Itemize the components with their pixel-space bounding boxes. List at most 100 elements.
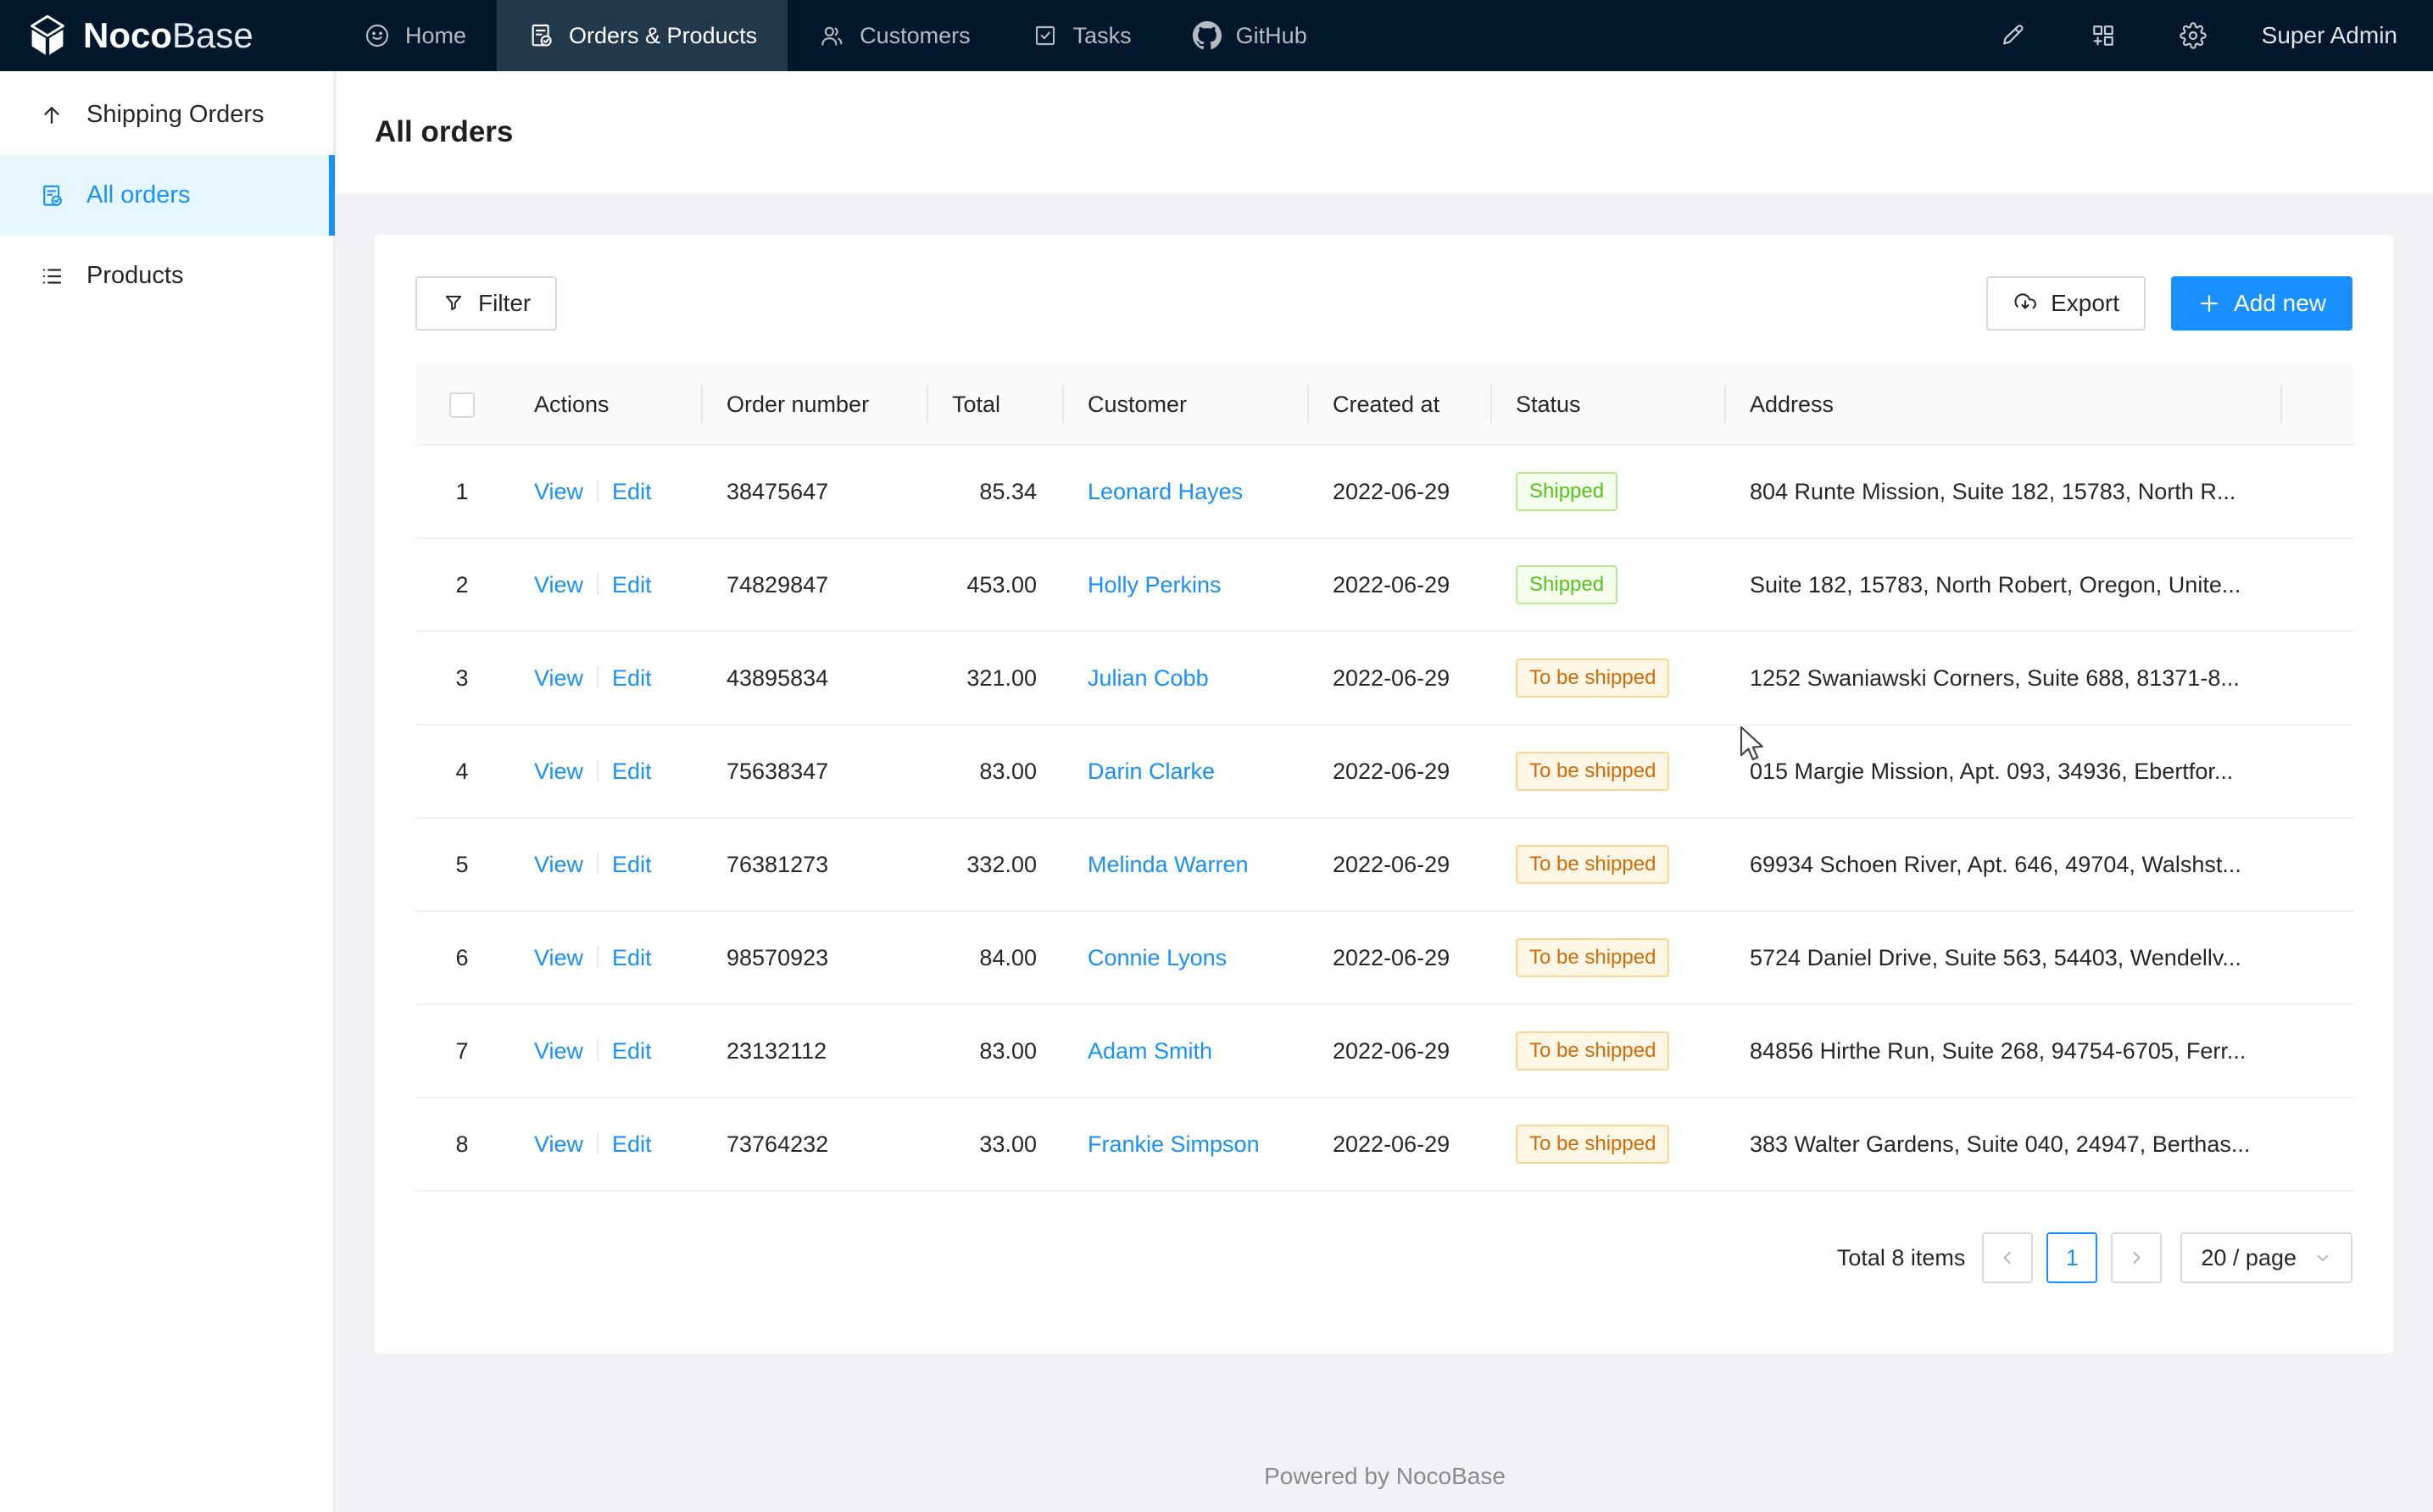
view-link[interactable]: View (534, 759, 583, 784)
address-cell: 383 Walter Gardens, Suite 040, 24947, Be… (1724, 1098, 2280, 1191)
customer-link[interactable]: Julian Cobb (1088, 665, 1209, 691)
nav-item-orders-products[interactable]: Orders & Products (497, 0, 788, 71)
status-badge: To be shipped (1516, 752, 1669, 792)
edit-link[interactable]: Edit (612, 945, 652, 970)
edit-link[interactable]: Edit (612, 1038, 652, 1064)
orders-doc-icon (39, 183, 64, 208)
customer-link[interactable]: Leonard Hayes (1088, 479, 1243, 504)
view-link[interactable]: View (534, 572, 583, 598)
filter-button-label: Filter (478, 290, 531, 317)
footer-credit: Powered by NocoBase (337, 1463, 2433, 1490)
order-number-cell: 43895834 (701, 631, 927, 725)
row-actions: View Edit (509, 538, 701, 631)
export-button-label: Export (2051, 290, 2119, 317)
table-row: 7ViewEdit2313211283.00Adam Smith2022-06-… (415, 1004, 2354, 1098)
edit-link[interactable]: Edit (612, 759, 652, 784)
action-divider (597, 1132, 599, 1154)
created-at-cell: 2022-06-29 (1307, 538, 1490, 631)
view-link[interactable]: View (534, 1131, 583, 1157)
ui-editor-pen-icon[interactable] (1968, 22, 2058, 49)
column-header-customer: Customer (1062, 364, 1307, 445)
edit-link[interactable]: Edit (612, 1131, 652, 1157)
customer-cell: Julian Cobb (1062, 631, 1307, 725)
total-cell: 321.00 (927, 631, 1062, 725)
order-number-cell: 38475647 (701, 445, 927, 538)
status-badge: To be shipped (1516, 1125, 1669, 1165)
smiley-icon (364, 22, 391, 49)
customer-link[interactable]: Adam Smith (1088, 1038, 1212, 1064)
brand-logo[interactable]: NocoBase (0, 0, 333, 71)
customer-link[interactable]: Melinda Warren (1088, 852, 1249, 877)
topbar: NocoBase Home (0, 0, 2433, 71)
nav-label: Customers (860, 23, 971, 49)
action-divider (597, 666, 599, 688)
action-divider (597, 1039, 599, 1061)
sidebar-item-products[interactable]: Products (0, 236, 333, 316)
customer-link[interactable]: Darin Clarke (1088, 759, 1215, 784)
nav-item-customers[interactable]: Customers (788, 0, 1001, 71)
customer-cell: Melinda Warren (1062, 818, 1307, 911)
brand-name-bold: Noco (83, 15, 172, 55)
nav-item-home[interactable]: Home (333, 0, 497, 71)
filter-button[interactable]: Filter (415, 276, 557, 331)
address-cell: 84856 Hirthe Run, Suite 268, 94754-6705,… (1724, 1004, 2280, 1098)
row-actions: View Edit (509, 911, 701, 1004)
filler-cell (2280, 725, 2354, 818)
user-menu[interactable]: Super Admin (2262, 22, 2397, 49)
nav-item-github[interactable]: GitHub (1162, 0, 1338, 71)
nav-item-tasks[interactable]: Tasks (1001, 0, 1162, 71)
view-link[interactable]: View (534, 945, 583, 970)
view-link[interactable]: View (534, 852, 583, 877)
created-at-cell: 2022-06-29 (1307, 1004, 1490, 1098)
customer-link[interactable]: Holly Perkins (1088, 572, 1222, 598)
customer-cell: Adam Smith (1062, 1004, 1307, 1098)
main-content: All orders Filter (337, 71, 2433, 1512)
previous-page-button[interactable] (1982, 1232, 2033, 1283)
edit-link[interactable]: Edit (612, 479, 652, 504)
add-new-button-label: Add new (2234, 290, 2326, 317)
column-header-address: Address (1724, 364, 2280, 445)
created-at-cell: 2022-06-29 (1307, 818, 1490, 911)
view-link[interactable]: View (534, 665, 583, 691)
status-cell: Shipped (1490, 445, 1724, 538)
filler-cell (2280, 1004, 2354, 1098)
brand-name: NocoBase (83, 18, 253, 53)
status-cell: To be shipped (1490, 1004, 1724, 1098)
orders-table: Actions Order number Total Customer Crea… (415, 364, 2354, 1192)
page-header: All orders (337, 71, 2433, 193)
sidebar: Shipping Orders All orders Products (0, 71, 335, 1512)
customer-cell: Frankie Simpson (1062, 1098, 1307, 1191)
page-1-button[interactable]: 1 (2046, 1232, 2097, 1283)
table-row: 4ViewEdit7563834783.00Darin Clarke2022-0… (415, 725, 2354, 818)
add-new-button[interactable]: Add new (2171, 276, 2352, 331)
orders-table-body: 1ViewEdit3847564785.34Leonard Hayes2022-… (415, 445, 2354, 1191)
next-page-button[interactable] (2111, 1232, 2162, 1283)
customer-link[interactable]: Frankie Simpson (1088, 1131, 1260, 1157)
edit-link[interactable]: Edit (612, 852, 652, 877)
topbar-right: Super Admin (1968, 0, 2433, 71)
settings-gear-icon[interactable] (2148, 22, 2238, 49)
page-title: All orders (375, 115, 513, 149)
brand-name-light: Base (172, 15, 253, 55)
sidebar-item-shipping-orders[interactable]: Shipping Orders (0, 75, 333, 155)
page-size-select[interactable]: 20 / page (2180, 1232, 2352, 1283)
order-number-cell: 23132112 (701, 1004, 927, 1098)
edit-link[interactable]: Edit (612, 572, 652, 598)
nav-label: Orders & Products (569, 23, 757, 49)
status-cell: To be shipped (1490, 725, 1724, 818)
customer-link[interactable]: Connie Lyons (1088, 945, 1227, 970)
row-actions: View Edit (509, 1098, 701, 1191)
status-badge: To be shipped (1516, 845, 1669, 885)
export-button[interactable]: Export (1986, 276, 2146, 331)
plugin-blocks-icon[interactable] (2058, 22, 2148, 49)
edit-link[interactable]: Edit (612, 665, 652, 691)
view-link[interactable]: View (534, 1038, 583, 1064)
table-row: 3ViewEdit43895834321.00Julian Cobb2022-0… (415, 631, 2354, 725)
total-cell: 453.00 (927, 538, 1062, 631)
status-badge: To be shipped (1516, 659, 1669, 698)
row-actions: View Edit (509, 818, 701, 911)
status-cell: To be shipped (1490, 911, 1724, 1004)
sidebar-item-all-orders[interactable]: All orders (0, 155, 333, 236)
select-all-checkbox[interactable] (449, 392, 475, 418)
view-link[interactable]: View (534, 479, 583, 504)
